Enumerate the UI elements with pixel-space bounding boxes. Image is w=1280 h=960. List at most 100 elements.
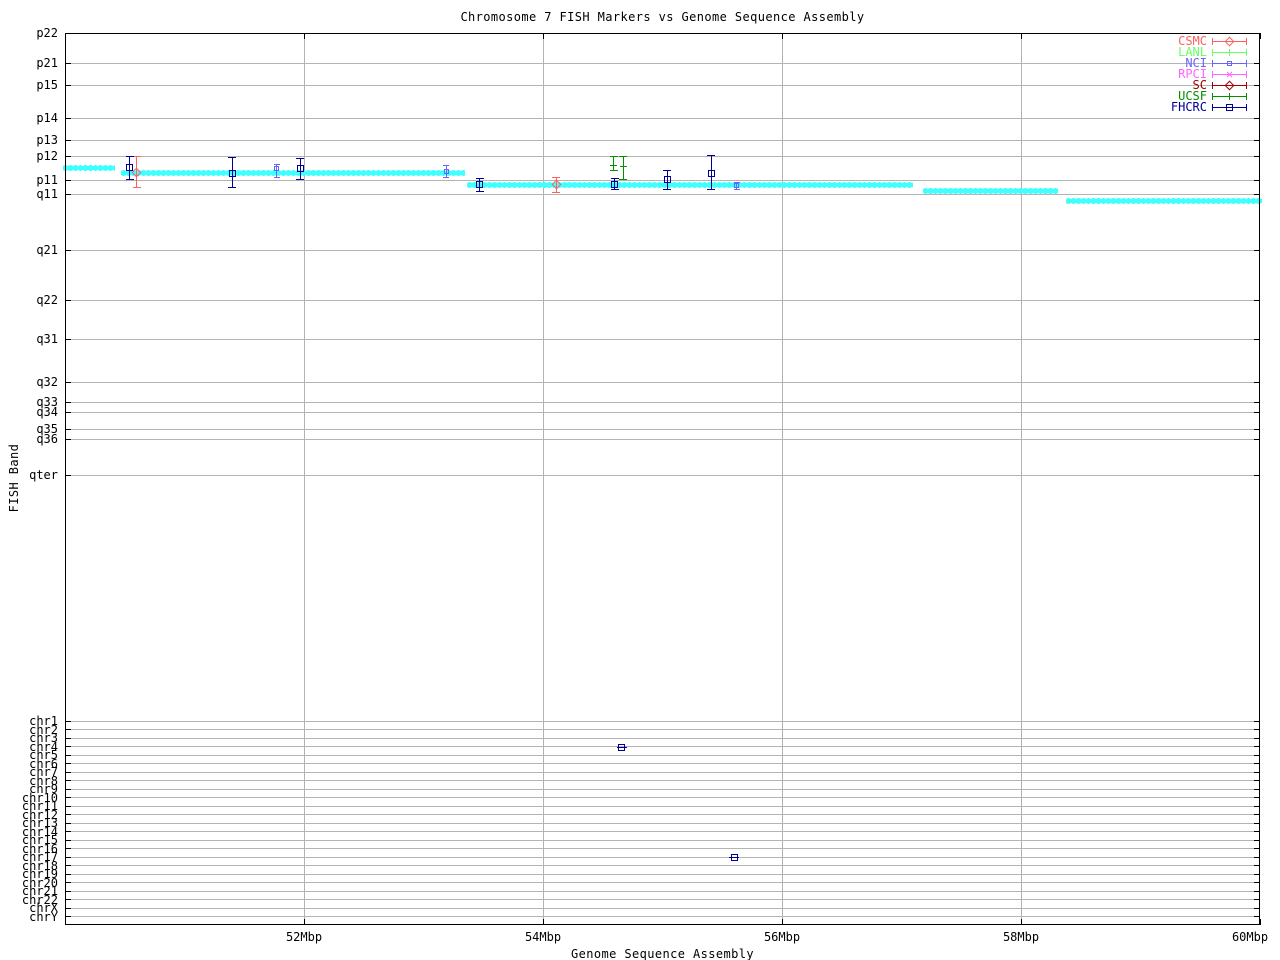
error-bar-cap: [707, 189, 716, 190]
x-tick-label: 60Mbp: [1231, 930, 1269, 944]
error-bar-cap: [228, 187, 237, 188]
data-point-marker: [274, 166, 279, 171]
y-axis-tick: [65, 32, 71, 34]
y-axis-tick: [65, 193, 71, 195]
legend-sample-cap: [1212, 71, 1213, 78]
y-axis-tick: [65, 805, 71, 807]
y-axis-tick: [1254, 338, 1260, 340]
y-axis-tick: [1254, 746, 1260, 747]
y-axis-tick: [1254, 856, 1260, 858]
legend-sample-cap: [1212, 60, 1213, 67]
data-point-marker: [443, 168, 449, 174]
y-axis-tick: [65, 890, 71, 892]
x-axis-tick: [781, 33, 783, 39]
y-axis-tick: [1254, 249, 1260, 251]
x-tick-label: 54Mbp: [524, 930, 562, 944]
error-bar-cap: [707, 155, 716, 156]
error-bar-cap: [475, 178, 484, 179]
data-point-marker: [296, 164, 304, 172]
y-axis-tick: [1254, 763, 1260, 764]
legend-sample-cap: [1246, 60, 1247, 67]
y-axis-tick: [1254, 474, 1260, 476]
error-bar-cap: [663, 189, 672, 190]
y-axis-tick: [1254, 822, 1260, 824]
data-point-marker: [611, 180, 619, 188]
x-axis-tick: [1020, 919, 1022, 925]
error-bar-cap: [228, 157, 237, 158]
plot-border: [65, 33, 1260, 925]
y-axis-tick: [1254, 814, 1260, 815]
data-point-marker: [707, 169, 715, 177]
y-axis-tick: [1254, 907, 1260, 909]
legend-sample-cap: [1212, 104, 1213, 111]
y-axis-tick: [65, 754, 71, 756]
y-axis-tick: [1254, 193, 1260, 195]
error-bar-cap: [125, 179, 134, 180]
y-tick-label: p15: [36, 78, 58, 92]
x-axis-tick: [542, 33, 544, 39]
data-point-marker: [1229, 92, 1230, 100]
y-axis-tick: [1254, 438, 1260, 440]
y-axis-tick: [1254, 899, 1260, 900]
y-axis-tick: [65, 139, 71, 141]
legend-sample-cap: [1212, 49, 1213, 56]
y-axis-tick: [65, 299, 71, 301]
y-axis-tick: [65, 729, 71, 730]
error-bar-cap: [619, 179, 628, 180]
y-axis-tick: [65, 814, 71, 815]
y-axis-tick: [1254, 797, 1260, 798]
y-axis-tick: [65, 882, 71, 883]
y-tick-label: p14: [36, 111, 58, 125]
error-bar-cap: [443, 165, 450, 166]
legend-sample-cap: [1246, 104, 1247, 111]
y-axis-tick: [1254, 179, 1260, 181]
y-axis-tick: [65, 780, 71, 781]
legend-sample-cap: [1246, 93, 1247, 100]
y-axis-tick: [65, 474, 71, 476]
x-axis-tick: [1020, 33, 1022, 39]
error-bar-cap: [733, 189, 740, 190]
data-point-marker: [734, 182, 740, 188]
y-axis-tick: [65, 822, 71, 824]
y-axis-tick: [65, 907, 71, 909]
y-axis-tick: [65, 62, 71, 64]
legend-sample-cap: [1246, 38, 1247, 45]
x-axis-tick: [542, 919, 544, 925]
y-axis-tick: [65, 797, 71, 798]
data-point-marker: [663, 175, 671, 183]
y-axis-tick: [65, 865, 71, 866]
y-axis-tick: [65, 899, 71, 900]
y-tick-label: qter: [29, 468, 58, 482]
data-point-marker: [622, 162, 624, 170]
y-tick-label: p22: [36, 26, 58, 40]
y-tick-label: chrY: [29, 909, 58, 924]
y-axis-tick: [1254, 720, 1260, 722]
data-point-marker: [228, 169, 236, 177]
legend-entry-label: FHCRC: [1170, 99, 1207, 114]
y-axis-tick: [1254, 401, 1260, 403]
error-bar-cap: [296, 179, 305, 180]
y-axis-tick: [1254, 865, 1260, 866]
x-axis-tick: [1259, 919, 1261, 925]
x-axis-title: Genome Sequence Assembly: [571, 947, 754, 960]
y-axis-tick: [1254, 428, 1260, 430]
legend-sample-cap: [1246, 49, 1247, 56]
y-tick-label: q22: [36, 293, 58, 307]
x-tick-label: 56Mbp: [763, 930, 801, 944]
error-bar-cap: [475, 191, 484, 192]
y-axis-tick: [65, 839, 71, 841]
x-axis-tick: [1259, 33, 1261, 39]
y-tick-label: q31: [36, 332, 58, 346]
y-axis-tick: [65, 916, 71, 917]
chart-title: Chromosome 7 FISH Markers vs Genome Sequ…: [460, 10, 865, 24]
y-axis-tick: [1254, 916, 1260, 917]
y-axis-tick: [1254, 729, 1260, 730]
x-axis-tick: [303, 919, 305, 925]
error-bar-cap: [609, 170, 618, 171]
y-axis-tick: [65, 249, 71, 251]
y-axis-tick: [65, 831, 71, 832]
data-point-marker: [476, 180, 484, 188]
y-axis-tick: [65, 848, 71, 849]
legend-entry-label: RPCI: [1178, 66, 1207, 81]
y-tick-label: q34: [36, 405, 58, 419]
